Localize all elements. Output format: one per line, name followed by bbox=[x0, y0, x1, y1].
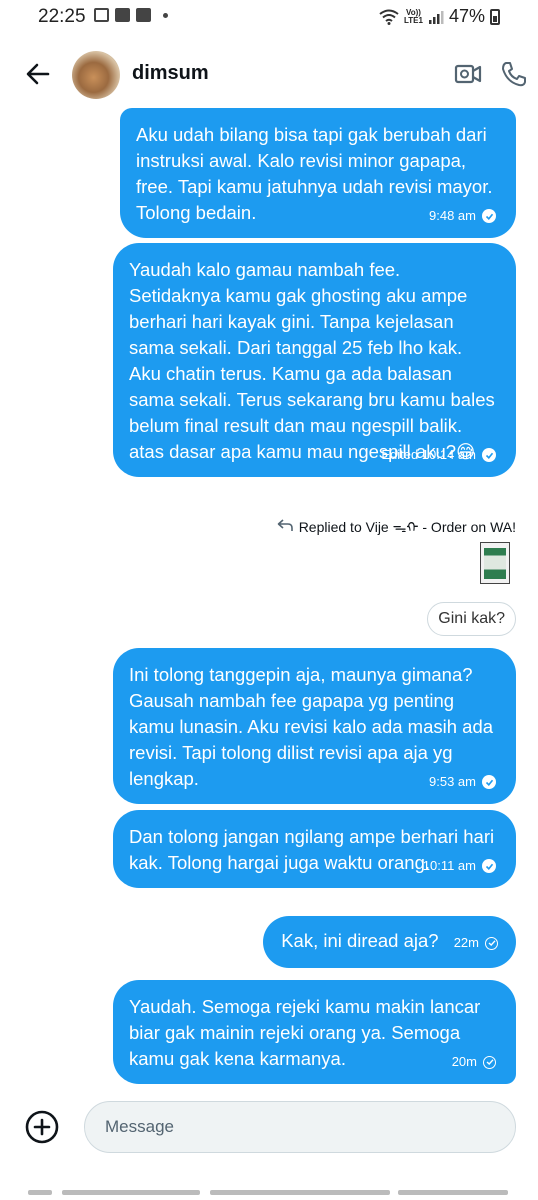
message-time: 20m bbox=[451, 1054, 477, 1069]
contact-name[interactable]: dimsum bbox=[132, 62, 209, 85]
message-time: 10:11 am bbox=[422, 858, 476, 873]
volte-indicator: Vo)) LTE1 bbox=[404, 7, 423, 25]
message-text: Yaudah kalo gamau nambah fee. Setidaknya… bbox=[129, 259, 495, 462]
message-bubble[interactable]: Yaudah kalo gamau nambah fee. Setidaknya… bbox=[113, 243, 516, 477]
message-meta: 22m bbox=[454, 930, 498, 956]
signal-icon bbox=[428, 10, 444, 24]
back-arrow-icon[interactable] bbox=[22, 58, 54, 90]
read-check-icon bbox=[482, 209, 496, 223]
wifi-icon bbox=[379, 9, 399, 25]
message-time: 9:53 am bbox=[429, 774, 476, 789]
read-check-icon bbox=[482, 775, 496, 789]
wallet-icon bbox=[136, 8, 151, 22]
more-notifications-icon bbox=[163, 12, 168, 18]
message-bubble[interactable]: Dan tolong jangan ngilang ampe berhari h… bbox=[113, 810, 516, 888]
read-check-icon bbox=[482, 859, 496, 873]
phone-icon[interactable] bbox=[498, 58, 530, 90]
contact-avatar[interactable] bbox=[72, 51, 120, 99]
message-time: 9:48 am bbox=[429, 208, 476, 223]
message-time: Edited 10:14 am bbox=[381, 447, 476, 462]
read-check-icon bbox=[482, 448, 496, 462]
conversation-header: dimsum bbox=[0, 44, 538, 106]
reply-label: Replied to Vije ᯓᡣ - Order on WA! bbox=[298, 519, 516, 535]
message-composer bbox=[0, 1095, 538, 1165]
message-time: 22m bbox=[453, 935, 479, 950]
nav-bar-peek bbox=[0, 1186, 538, 1200]
message-bubble[interactable]: Ini tolong tanggepin aja, maunya gimana?… bbox=[113, 648, 516, 804]
replied-image-thumbnail[interactable] bbox=[480, 542, 510, 584]
status-time: 22:25 bbox=[38, 6, 86, 27]
reply-reference[interactable]: Replied to Vije ᯓᡣ - Order on WA! bbox=[277, 513, 516, 537]
message-bubble[interactable]: Yaudah. Semoga rejeki kamu makin lancar … bbox=[113, 980, 516, 1084]
video-call-icon[interactable] bbox=[452, 58, 484, 90]
sent-check-icon bbox=[485, 936, 498, 950]
mail-icon bbox=[115, 8, 130, 22]
battery-percent: 47% bbox=[448, 6, 485, 26]
message-bubble[interactable]: Kak, ini diread aja? 22m bbox=[263, 916, 516, 968]
notification-icons bbox=[94, 8, 168, 22]
status-right: Vo)) LTE1 47% bbox=[379, 6, 500, 27]
message-text: Kak, ini diread aja? bbox=[281, 930, 439, 951]
battery-icon bbox=[490, 8, 500, 25]
quoted-message[interactable]: Gini kak? bbox=[427, 602, 516, 636]
gallery-icon bbox=[94, 8, 109, 22]
message-input[interactable] bbox=[84, 1101, 516, 1153]
status-bar: 22:25 Vo)) LTE1 47% bbox=[0, 0, 538, 34]
reply-arrow-icon bbox=[277, 519, 293, 531]
add-attachment-icon[interactable] bbox=[24, 1109, 60, 1145]
sent-check-icon bbox=[483, 1055, 496, 1069]
message-bubble[interactable]: Aku udah bilang bisa tapi gak berubah da… bbox=[120, 108, 516, 238]
